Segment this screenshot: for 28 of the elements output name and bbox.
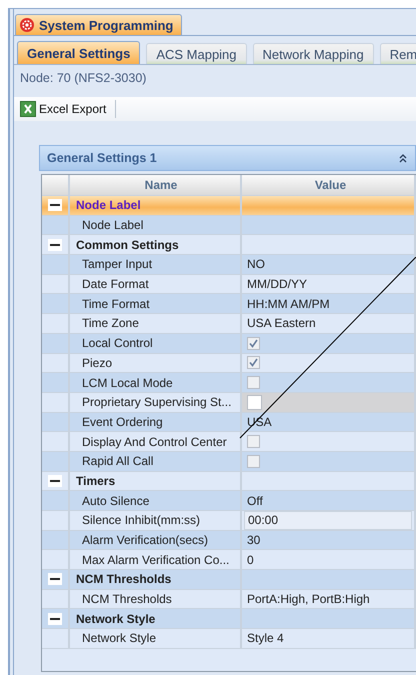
checkbox[interactable]	[247, 356, 260, 370]
collapse-toggle[interactable]	[48, 474, 62, 487]
tab[interactable]: ACS Mapping	[146, 43, 247, 64]
checkbox[interactable]	[247, 435, 260, 448]
checkbox[interactable]	[247, 336, 260, 350]
window-title: System Programming	[39, 18, 174, 32]
window-title-tab[interactable]: System Programming	[15, 14, 182, 35]
collapse-toggle[interactable]	[48, 199, 62, 212]
group-row[interactable]: Common Settings	[42, 235, 416, 256]
collapse-toggle[interactable]	[48, 238, 62, 251]
collapse-icon[interactable]	[399, 154, 407, 162]
checkbox[interactable]	[247, 376, 260, 390]
checkbox[interactable]	[247, 454, 260, 468]
spreadsheet-icon	[20, 101, 36, 117]
panel-title: General Settings 1	[47, 151, 157, 165]
tab[interactable]: Network Mapping	[252, 43, 374, 64]
group-row[interactable]: NCM Thresholds	[42, 570, 416, 590]
tab[interactable]: Rem	[380, 43, 416, 64]
group-row[interactable]: Node Label	[42, 196, 416, 216]
node-label: Node: 70 (NFS2-3030)	[19, 70, 148, 87]
panel-header[interactable]: General Settings 1	[39, 145, 416, 171]
group-row[interactable]: Timers	[42, 472, 416, 492]
collapse-toggle[interactable]	[48, 612, 62, 625]
group-row[interactable]: Network Style	[42, 609, 416, 630]
collapse-toggle[interactable]	[48, 573, 62, 586]
excel-export-button[interactable]: Excel Export	[18, 101, 108, 117]
gear-icon	[19, 17, 35, 33]
tab[interactable]: General Settings	[17, 41, 140, 64]
